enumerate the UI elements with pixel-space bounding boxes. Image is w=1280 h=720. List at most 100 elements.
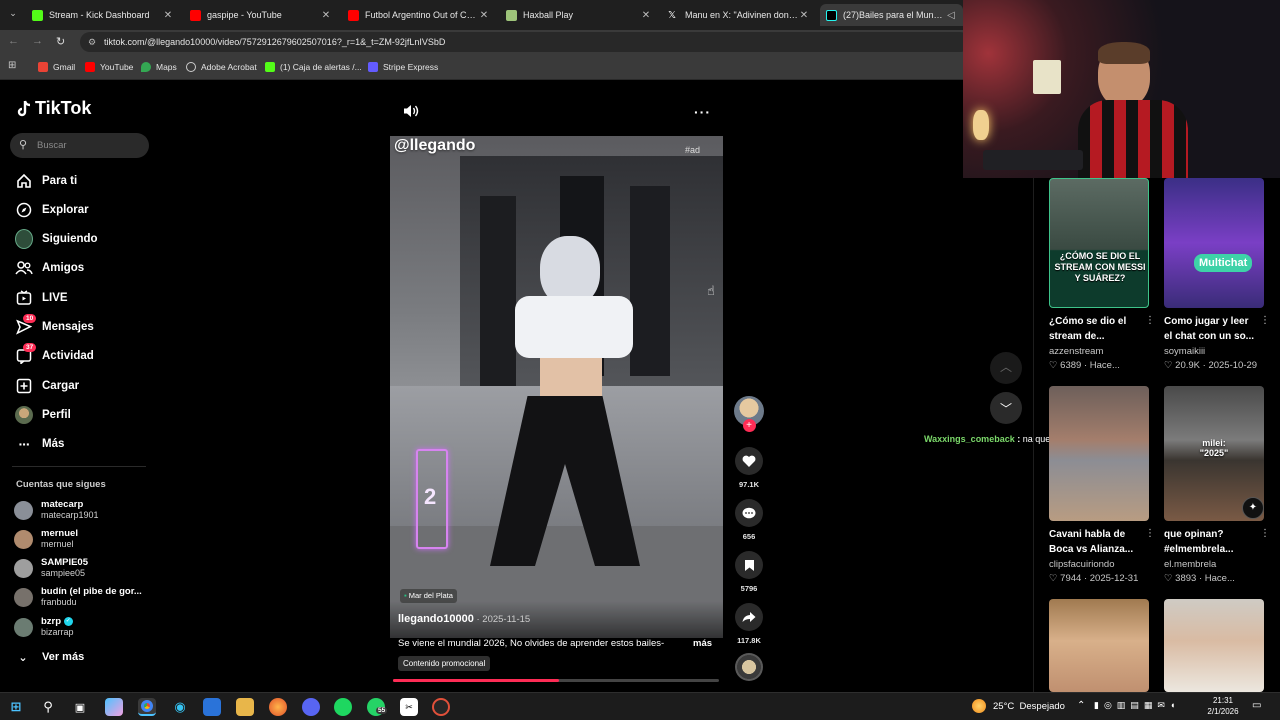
spotify-icon[interactable] — [334, 698, 352, 716]
card-more-icon[interactable]: ⋮ — [1260, 315, 1270, 326]
recommended-video-card[interactable] — [1049, 599, 1149, 692]
tab-kick[interactable]: Stream - Kick Dashboard ✕ — [26, 4, 180, 26]
close-icon[interactable]: ✕ — [640, 10, 652, 21]
comment-button[interactable]: 656 — [734, 499, 764, 541]
following-account[interactable]: budín (el pibe de gor... franbudu — [14, 584, 146, 610]
author-avatar-button[interactable]: + — [734, 396, 764, 432]
share-count: 117.8K — [737, 636, 761, 645]
following-account[interactable]: matecarp matecarp1901 — [14, 497, 146, 523]
windows-start-icon[interactable]: ⊞ — [7, 698, 25, 716]
nav-mas[interactable]: ··· Más — [15, 434, 65, 454]
following-account[interactable]: bzrp ✓ bizarrap — [14, 614, 74, 640]
tab-title: Futbol Argentino Out of Conte — [365, 10, 478, 20]
recommended-video-card[interactable]: Cavani habla de Boca vs Alianza... clips… — [1049, 386, 1155, 584]
recommended-video-card[interactable]: milei: "2025" que opinan? #elmembrela...… — [1164, 386, 1270, 584]
nav-cargar[interactable]: Cargar — [15, 376, 79, 396]
task-view-icon[interactable]: ▣ — [71, 698, 89, 716]
apps-grid-icon[interactable]: ⊞ — [8, 60, 16, 71]
video-player[interactable]: @llegando #ad 2 ▪ Mar del Plata llegando… — [390, 136, 723, 638]
obs-icon[interactable] — [432, 698, 450, 716]
file-explorer-icon[interactable] — [236, 698, 254, 716]
thumbnail-text: milei: "2025" — [1199, 438, 1229, 458]
address-bar[interactable]: ⚙ tiktok.com/@llegando10000/video/757291… — [80, 32, 970, 52]
tray-chevron-icon[interactable]: ⌃ — [1077, 700, 1085, 711]
tab-youtube-futbol[interactable]: Futbol Argentino Out of Conte ✕ — [342, 4, 496, 26]
bookmark-adobe-acrobat[interactable]: Adobe Acrobat — [186, 60, 257, 74]
nav-amigos[interactable]: Amigos — [15, 258, 84, 278]
forward-icon[interactable]: → — [32, 35, 43, 47]
copilot-icon[interactable] — [105, 698, 123, 716]
tab-tiktok[interactable]: (27)Bailes para el Mundial ◁ — [820, 4, 963, 26]
video-author[interactable]: llegando10000 · 2025-11-15 — [398, 613, 530, 625]
bookmark-alerts[interactable]: (1) Caja de alertas /... — [265, 60, 362, 74]
firefox-icon[interactable] — [269, 698, 287, 716]
chrome-icon[interactable] — [138, 698, 156, 716]
webcam-keyboard — [983, 150, 1083, 170]
search-input[interactable]: ⚲ Buscar — [10, 133, 149, 158]
caption-more-link[interactable]: más — [693, 638, 712, 649]
site-info-icon[interactable]: ⚙ — [88, 32, 96, 52]
back-icon[interactable]: ← — [8, 35, 19, 47]
volume-icon[interactable] — [403, 104, 419, 123]
youtube-icon — [348, 9, 359, 21]
bookmark-stripe[interactable]: Stripe Express — [368, 60, 438, 74]
card-more-icon[interactable]: ⋮ — [1260, 528, 1270, 539]
video-progress-track[interactable] — [393, 679, 719, 682]
whatsapp-icon[interactable]: 55 — [367, 698, 388, 716]
like-button[interactable]: 97.1K — [734, 447, 764, 489]
recommended-video-card[interactable]: Multichat Como jugar y leer el chat con … — [1164, 178, 1270, 371]
close-icon[interactable]: ✕ — [478, 10, 490, 21]
award-icon[interactable]: ✦ — [1242, 497, 1264, 519]
card-more-icon[interactable]: ⋮ — [1145, 528, 1155, 539]
more-options-icon[interactable]: ··· — [694, 104, 711, 120]
edge-icon[interactable]: ◉ — [171, 698, 189, 716]
speaker-icon[interactable]: ◁ — [945, 10, 957, 21]
capcut-icon[interactable]: ✂ — [400, 698, 418, 716]
tab-x[interactable]: 𝕏 Manu en X: "Adivinen donde va ✕ — [662, 4, 816, 26]
music-disc-button[interactable] — [734, 653, 764, 681]
tab-search-icon[interactable]: ⌄ — [6, 8, 20, 22]
store-icon[interactable] — [203, 698, 221, 716]
nav-explorar[interactable]: Explorar — [15, 200, 89, 220]
nav-live[interactable]: LIVE — [15, 288, 68, 308]
close-icon[interactable]: ✕ — [798, 10, 810, 21]
bookmark-label: Gmail — [53, 62, 76, 72]
card-stats: ♡ 6389 · Hace... — [1049, 360, 1120, 371]
clock[interactable]: 21:31 2/1/2026 — [1199, 695, 1247, 717]
reload-icon[interactable]: ↻ — [56, 35, 65, 48]
following-account[interactable]: mernuel mernuel — [14, 526, 146, 552]
nav-perfil[interactable]: Perfil — [15, 405, 71, 425]
bookmark-gmail[interactable]: Gmail — [38, 60, 75, 74]
video-date: 2025-11-15 — [482, 614, 531, 625]
search-icon[interactable]: ⚲ — [39, 698, 57, 716]
card-more-icon[interactable]: ⋮ — [1145, 315, 1155, 326]
recommended-video-card[interactable]: ¿CÓMO SE DIO EL STREAM CON MESSI Y SUÁRE… — [1049, 178, 1155, 371]
tiktok-logo[interactable]: TikTok — [16, 98, 91, 119]
kick-icon — [32, 9, 43, 21]
share-button[interactable]: 117.8K — [734, 603, 764, 645]
close-icon[interactable]: ✕ — [162, 10, 174, 21]
system-tray-icons[interactable]: ▮◎▥▤▦✉◖ — [1094, 700, 1180, 711]
nav-actividad[interactable]: 37 Actividad — [15, 343, 94, 366]
next-video-button[interactable]: ﹀ — [990, 392, 1022, 424]
close-icon[interactable]: ✕ — [320, 10, 332, 21]
weather-widget[interactable]: 25°C Despejado — [993, 701, 1065, 712]
see-more-link[interactable]: ⌄ Ver más — [17, 647, 84, 667]
nav-mensajes[interactable]: 10 Mensajes — [15, 314, 94, 337]
previous-video-button[interactable]: ︿ — [990, 352, 1022, 384]
save-button[interactable]: 5796 — [734, 551, 764, 593]
avatar — [14, 558, 33, 578]
bookmark-maps[interactable]: Maps — [141, 60, 177, 74]
nav-siguiendo[interactable]: Siguiendo — [15, 229, 98, 249]
notification-icon[interactable]: ▭ — [1252, 700, 1261, 711]
nav-para-ti[interactable]: Para ti — [15, 171, 77, 191]
tab-haxball[interactable]: Haxball Play ✕ — [500, 4, 658, 26]
follow-plus-icon[interactable]: + — [742, 419, 756, 432]
discord-icon[interactable] — [302, 698, 320, 716]
recommended-video-card[interactable] — [1164, 599, 1264, 692]
tab-youtube-gaspipe[interactable]: gaspipe - YouTube ✕ — [184, 4, 338, 26]
following-account[interactable]: SAMPIE05 sampiee05 — [14, 555, 146, 581]
avatar — [14, 617, 33, 637]
video-caption: Se viene el mundial 2026, No olvides de … — [398, 638, 665, 649]
bookmark-youtube[interactable]: YouTube — [85, 60, 133, 74]
